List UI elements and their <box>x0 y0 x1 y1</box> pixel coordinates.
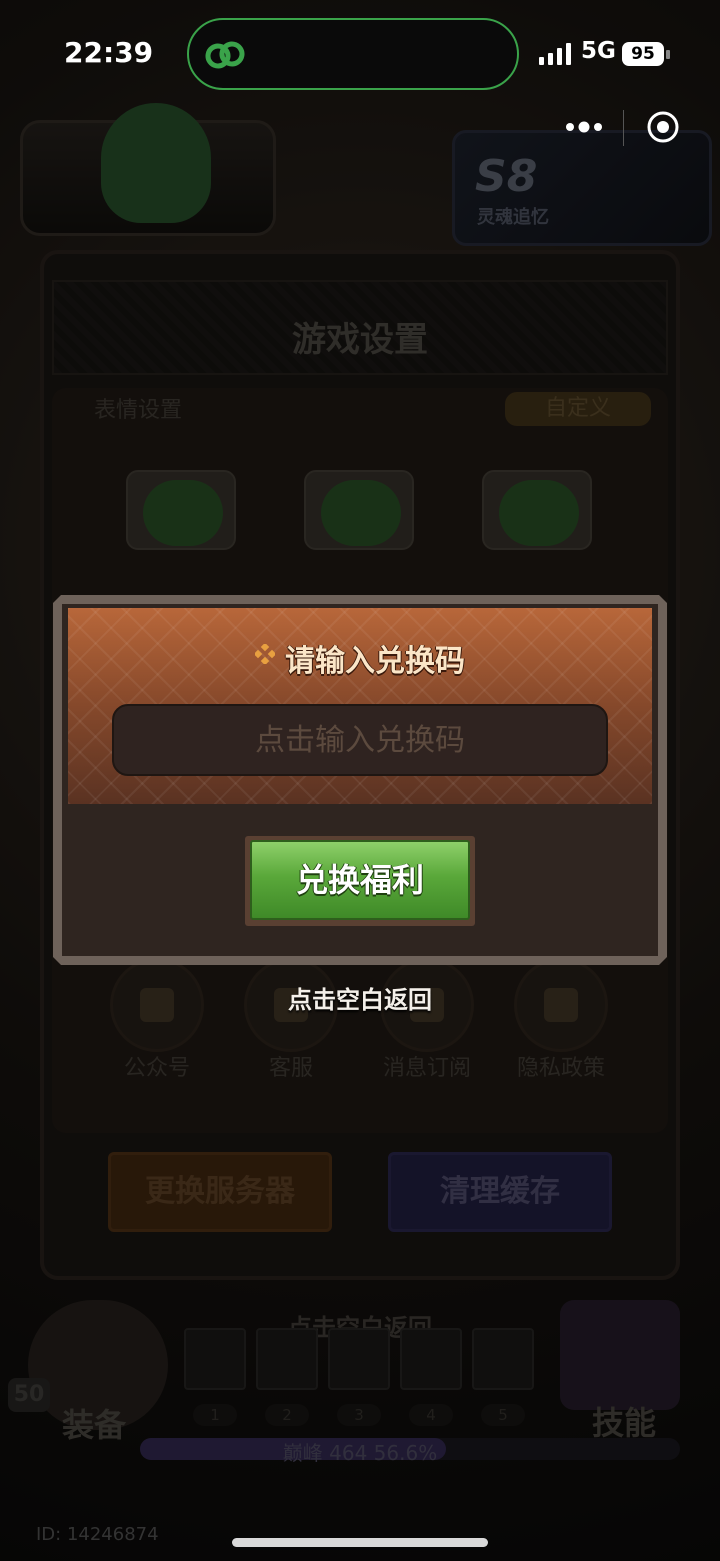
battery-tip <box>666 50 670 59</box>
battery-icon: 95 <box>622 42 664 66</box>
network-label: 5G <box>581 38 616 64</box>
tap-blank-return[interactable]: 点击空白返回 <box>0 980 720 1015</box>
dynamic-island <box>187 18 519 90</box>
redeem-button[interactable]: 兑换福利 <box>250 840 470 920</box>
target-circle-icon[interactable] <box>646 110 680 144</box>
capsule-divider <box>623 110 624 146</box>
redeem-title-row: 请输入兑换码 <box>68 636 652 680</box>
link-rings-icon <box>205 41 245 69</box>
home-indicator[interactable] <box>232 1538 488 1547</box>
redeem-code-input[interactable] <box>112 704 608 776</box>
more-dots-icon[interactable] <box>562 116 606 138</box>
diamond-bullet-icon <box>255 644 275 664</box>
redeem-title: 请输入兑换码 <box>285 644 465 679</box>
signal-icon <box>539 43 571 65</box>
status-time: 22:39 <box>64 36 154 69</box>
